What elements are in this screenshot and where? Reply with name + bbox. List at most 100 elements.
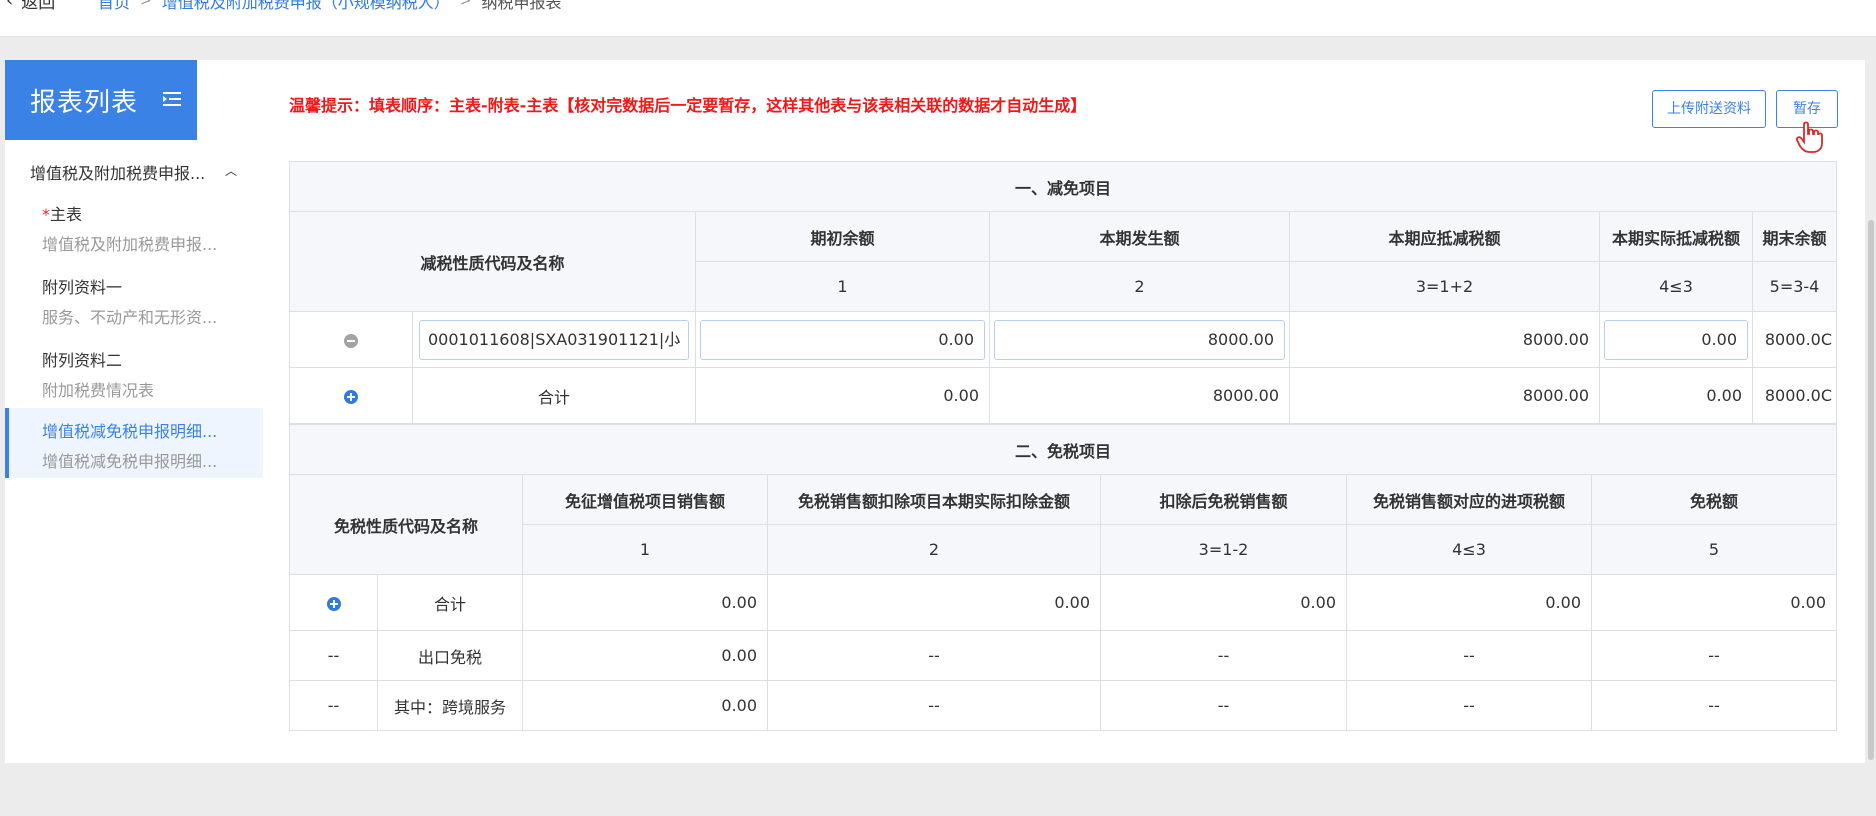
closing-balance: 8000.0C [1752, 311, 1837, 368]
cell-value: -- [767, 680, 1101, 731]
column-header: 期初余额 [695, 211, 990, 262]
total-value: 0.00 [1599, 367, 1753, 424]
row-label: 合计 [377, 574, 523, 631]
remove-row-icon[interactable] [344, 333, 358, 348]
code-name-header: 免税性质代码及名称 [289, 474, 523, 575]
breadcrumb-vat-declaration[interactable]: 增值税及附加税费申报（小规模纳税人） [162, 0, 450, 13]
cell-value: -- [1346, 680, 1592, 731]
section-title: 一、减免项目 [289, 161, 1837, 212]
chevron-down-icon: ⌄ [671, 332, 682, 347]
reduction-code-select[interactable]: 0001011608|SXA031901121|小 ⌄ [419, 319, 689, 360]
cell-value: 0.00 [522, 630, 768, 681]
breadcrumb-home[interactable]: 首页 [98, 0, 130, 13]
back-button[interactable]: ‹ 返回 [6, 0, 55, 13]
sidebar-item-sub: 附加税费情况表 [42, 381, 155, 400]
sidebar-item-appendix-2[interactable]: 附列资料二 附加税费情况表 [5, 341, 259, 409]
breadcrumb-separator-icon: > [140, 0, 152, 9]
cell-value: 0.00 [1346, 574, 1592, 631]
sidebar-item-tax-reduction-detail[interactable]: 增值税减免税申报明细... 增值税减免税申报明细... [5, 408, 263, 478]
sidebar-item-sub: 服务、不动产和无形资... [42, 308, 218, 327]
table-row: -- 其中：跨境服务 0.00 -- -- -- -- [289, 680, 1837, 731]
top-bar: ‹ 返回 首页 > 增值税及附加税费申报（小规模纳税人） > 纳税申报表 [0, 0, 1876, 37]
column-number: 1 [522, 524, 768, 575]
chevron-up-icon: ︿ [225, 164, 238, 178]
sidebar-item-appendix-1[interactable]: 附列资料一 服务、不动产和无形资... [5, 268, 259, 336]
total-label: 合计 [412, 367, 696, 424]
fill-order-warning: 温馨提示：填表顺序：主表-附表-主表【核对完数据后一定要暂存，这样其他表与该表相… [289, 96, 1087, 115]
cell-value: 0.00 [1100, 574, 1347, 631]
cell-value: 0.00 [767, 574, 1101, 631]
column-number: 2 [767, 524, 1101, 575]
sidebar-header: 报表列表 [5, 60, 197, 140]
column-number: 4≤3 [1599, 261, 1753, 312]
cell-value: -- [1591, 680, 1837, 731]
column-header: 扣除后免税销售额 [1100, 474, 1347, 525]
code-name-header: 减税性质代码及名称 [289, 211, 696, 312]
column-number: 2 [989, 261, 1290, 312]
breadcrumb: 首页 > 增值税及附加税费申报（小规模纳税人） > 纳税申报表 [98, 0, 562, 13]
column-header: 免税销售额对应的进项税额 [1346, 474, 1592, 525]
sidebar-item-label: 附列资料一 [42, 278, 123, 297]
sidebar-group-title[interactable]: 增值税及附加税费申报... ︿ [30, 160, 240, 184]
table-row: 合计 0.00 0.00 0.00 0.00 0.00 [289, 574, 1837, 631]
table-row: 0001011608|SXA031901121|小 ⌄ 0.00 8000.00… [289, 311, 1837, 368]
add-row-icon[interactable] [326, 596, 341, 611]
cell-value: -- [1591, 630, 1837, 681]
column-header: 本期应抵减税额 [1289, 211, 1600, 262]
column-header: 免征增值税项目销售额 [522, 474, 768, 525]
upload-attachments-button[interactable]: 上传附送资料 [1652, 90, 1766, 128]
sidebar-title: 报表列表 [30, 88, 139, 118]
breadcrumb-current: 纳税申报表 [481, 0, 562, 12]
column-number: 1 [695, 261, 990, 312]
column-number: 4≤3 [1346, 524, 1592, 575]
column-header: 本期发生额 [989, 211, 1290, 262]
total-value: 8000.00 [1289, 367, 1600, 424]
table-row: -- 出口免税 0.00 -- -- -- -- [289, 630, 1837, 681]
breadcrumb-separator-icon: > [459, 0, 472, 9]
cell-value: 0.00 [1591, 574, 1837, 631]
tax-exemption-table: 二、免税项目 免税性质代码及名称 免征增值税项目销售额 免税销售额扣除项目本期实… [289, 424, 1837, 731]
sidebar-item-sub: 增值税及附加税费申报... [42, 235, 218, 254]
row-label: 其中：跨境服务 [377, 680, 523, 731]
column-number: 3=1+2 [1289, 261, 1600, 312]
required-mark: * [42, 205, 50, 224]
current-amount-input[interactable]: 8000.00 [994, 319, 1285, 360]
total-value: 8000.0C [1752, 367, 1837, 424]
actual-deduction-input[interactable]: 0.00 [1604, 319, 1748, 360]
column-number: 3=1-2 [1100, 524, 1347, 575]
tax-reduction-table: 一、减免项目 减税性质代码及名称 期初余额 本期发生额 本期应抵减税额 本期实际… [289, 161, 1837, 424]
column-header: 期末余额 [1752, 211, 1837, 262]
column-number: 5 [1591, 524, 1837, 575]
add-row-icon[interactable] [344, 389, 358, 404]
cell-value: -- [1346, 630, 1592, 681]
column-header: 免税额 [1591, 474, 1837, 525]
column-number: 5=3-4 [1752, 261, 1837, 312]
vertical-scrollbar[interactable] [1868, 220, 1874, 760]
cell-value: -- [1100, 680, 1347, 731]
row-mark: -- [289, 680, 378, 731]
cell-value: 0.00 [522, 680, 768, 731]
hand-pointer-icon [1795, 121, 1823, 153]
select-value: 0001011608|SXA031901121|小 [428, 329, 681, 349]
cell-value: -- [767, 630, 1101, 681]
cell-value: -- [1100, 630, 1347, 681]
sidebar-item-label: 增值税减免税申报明细... [42, 422, 218, 441]
main-panel: 报表列表 增值税及附加税费申报... ︿ *主表 增值税及附加税费申报... 附… [5, 60, 1865, 763]
sidebar-item-label: 主表 [50, 205, 83, 224]
total-value: 8000.00 [989, 367, 1290, 424]
row-mark: -- [289, 630, 378, 681]
opening-balance-input[interactable]: 0.00 [700, 319, 985, 360]
menu-collapse-icon[interactable] [163, 90, 181, 108]
section-title: 二、免税项目 [289, 424, 1837, 475]
column-header: 免税销售额扣除项目本期实际扣除金额 [767, 474, 1101, 525]
back-label: 返回 [21, 0, 56, 13]
total-value: 0.00 [695, 367, 990, 424]
chevron-left-icon: ‹ [6, 0, 14, 11]
table-row: 合计 0.00 8000.00 8000.00 0.00 8000.0C [289, 367, 1837, 424]
cell-value: 0.00 [522, 574, 768, 631]
sidebar-item-main-form[interactable]: *主表 增值税及附加税费申报... [5, 195, 259, 263]
row-label: 出口免税 [377, 630, 523, 681]
sidebar-group-label: 增值税及附加税费申报... [30, 164, 206, 183]
sidebar-item-sub: 增值税减免税申报明细... [42, 452, 218, 471]
deductible-amount: 8000.00 [1289, 311, 1600, 368]
